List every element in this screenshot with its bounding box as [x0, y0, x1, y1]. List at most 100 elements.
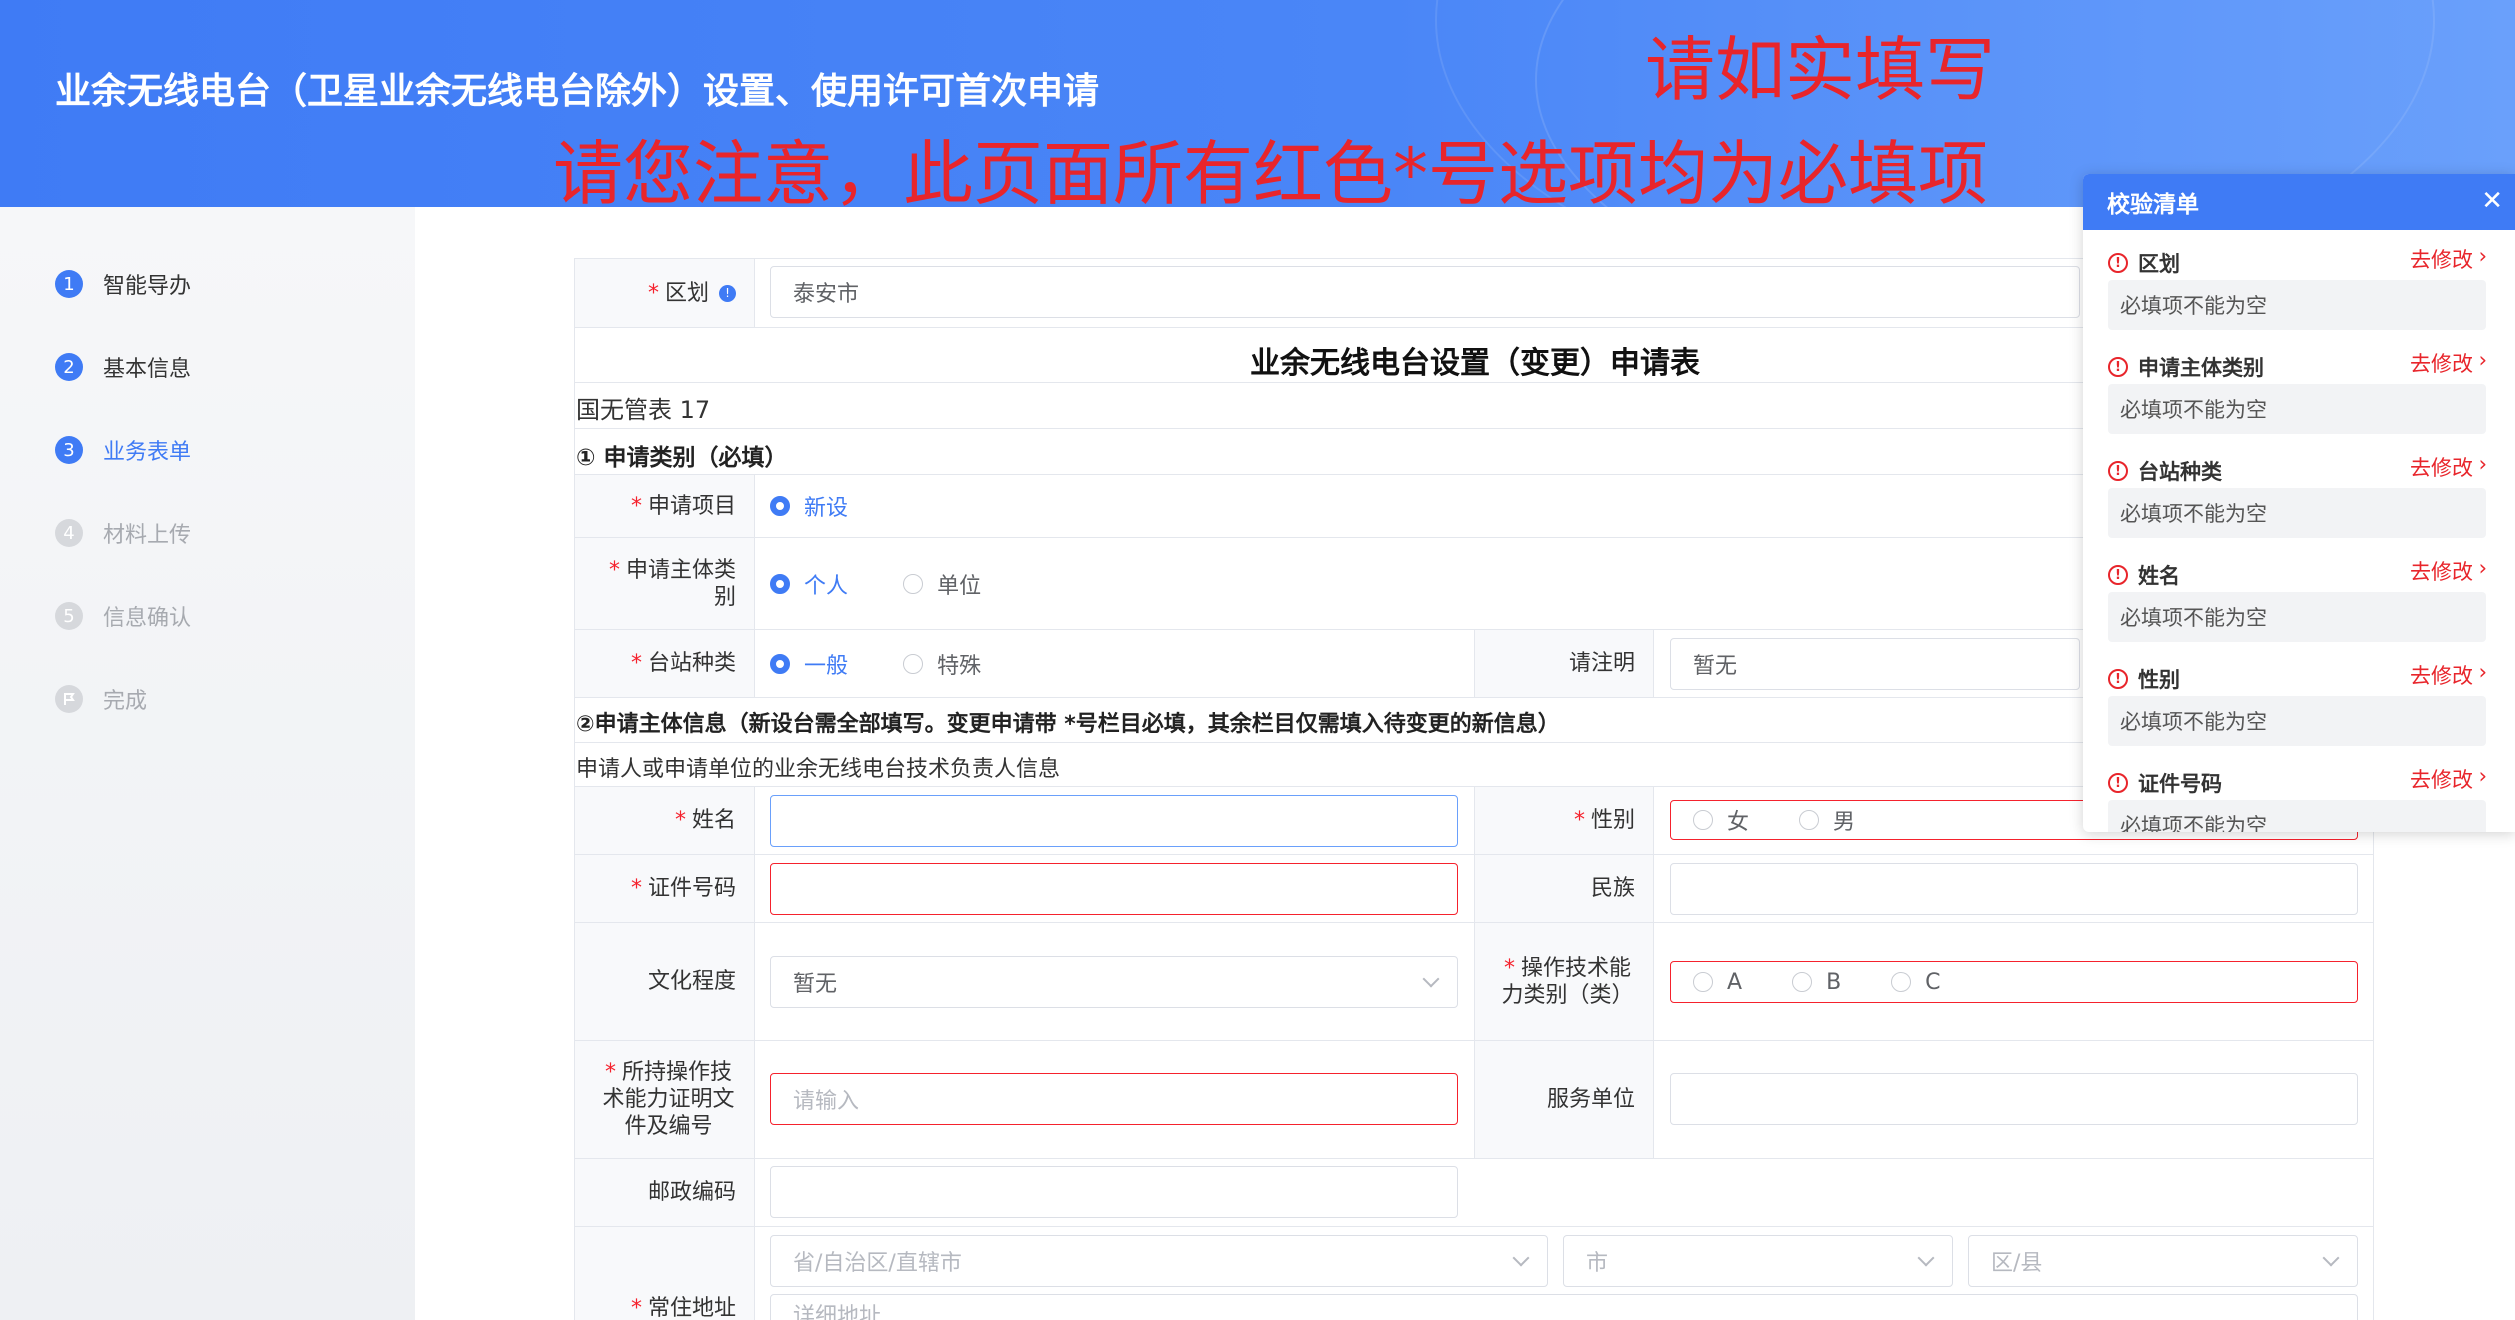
service-label: 服务单位 [1474, 1041, 1654, 1158]
step-basic-info[interactable]: 2 基本信息 [55, 347, 191, 387]
validation-message: 必填项不能为空 [2108, 488, 2486, 538]
ethnic-input[interactable] [1670, 863, 2358, 915]
section-applicant-desc: 申请人或申请单位的业余无线电台技术负责人信息 [576, 757, 1061, 782]
chevron-down-icon [1422, 970, 1440, 988]
op-level-label: * 操作技术能力类别（类） [1474, 923, 1654, 1040]
id-label: * 证件号码 [575, 855, 755, 922]
warning-icon: ! [2108, 773, 2128, 793]
address-label: * 常住地址 [575, 1227, 755, 1320]
step-label: 智能导办 [103, 274, 192, 299]
page-title: 业余无线电台（卫星业余无线电台除外）设置、使用许可首次申请 [55, 71, 1100, 112]
district-select[interactable]: 区/县 [1968, 1235, 2358, 1287]
step-number: 4 [55, 519, 83, 547]
radio-new[interactable]: 新设 [770, 490, 848, 522]
apply-item-label: * 申请项目 [575, 475, 755, 537]
chevron-down-icon [1917, 1249, 1935, 1267]
form-title: 业余无线电台设置（变更）申请表 [1250, 346, 1700, 381]
warning-icon: ! [2108, 461, 2128, 481]
radio-level-a[interactable]: A [1693, 970, 1742, 995]
fix-link[interactable]: 去修改 [2410, 764, 2473, 794]
chevron-right-icon: › [2478, 556, 2487, 580]
chevron-down-icon [1512, 1249, 1530, 1267]
id-number-input[interactable] [770, 863, 1458, 915]
region-input[interactable]: 泰安市 [770, 266, 2080, 318]
region-label: * 区划 ! [575, 259, 755, 327]
subject-type-radios: 个人 单位 [770, 568, 1031, 600]
step-smart-guide[interactable]: 1 智能导办 [55, 264, 191, 304]
step-label: 基本信息 [103, 357, 192, 382]
warning-icon: ! [2108, 669, 2128, 689]
radio-organization[interactable]: 单位 [903, 568, 981, 600]
fix-link[interactable]: 去修改 [2410, 348, 2473, 378]
cert-label: * 所持操作技术能力证明文件及编号 [575, 1041, 755, 1158]
info-icon[interactable]: ! [719, 284, 736, 302]
op-level-radios: A B C [1670, 961, 2358, 1003]
form-code: 国无管表 17 [576, 396, 711, 424]
step-label: 信息确认 [103, 606, 192, 631]
fix-link[interactable]: 去修改 [2410, 452, 2473, 482]
detail-address-input[interactable]: 详细地址 [770, 1294, 2358, 1320]
radio-male[interactable]: 男 [1799, 804, 1855, 836]
step-info-confirm[interactable]: 5 信息确认 [55, 596, 191, 636]
validation-item: ! 姓名 去修改 › 必填项不能为空 [2083, 542, 2515, 646]
ethnic-label: 民族 [1474, 855, 1654, 922]
fix-link[interactable]: 去修改 [2410, 244, 2473, 274]
section-apply-category: ① 申请类别（必填） [576, 445, 788, 471]
radio-special[interactable]: 特殊 [903, 648, 981, 680]
name-label: * 姓名 [575, 787, 755, 854]
radio-general[interactable]: 一般 [770, 648, 848, 680]
step-number: 2 [55, 353, 83, 381]
validation-item: ! 申请主体类别 去修改 › 必填项不能为空 [2083, 334, 2515, 438]
step-material-upload[interactable]: 4 材料上传 [55, 513, 191, 553]
validation-header: 校验清单 ✕ [2083, 174, 2515, 230]
validation-message: 必填项不能为空 [2108, 592, 2486, 642]
warning-icon: ! [2108, 357, 2128, 377]
section-applicant-info: ②申请主体信息（新设台需全部填写。变更申请带 *号栏目必填，其余栏目仅需填入待变… [576, 712, 1560, 737]
radio-female[interactable]: 女 [1693, 804, 1749, 836]
fix-link[interactable]: 去修改 [2410, 556, 2473, 586]
annotation-fill-truthfully: 请如实填写 [1645, 29, 1995, 111]
apply-item-radios: 新设 [770, 490, 898, 522]
postal-input[interactable] [770, 1166, 1458, 1218]
validation-message: 必填项不能为空 [2108, 696, 2486, 746]
validation-item: ! 台站种类 去修改 › 必填项不能为空 [2083, 438, 2515, 542]
service-input[interactable] [1670, 1073, 2358, 1125]
province-select[interactable]: 省/自治区/直辖市 [770, 1235, 1548, 1287]
radio-level-b[interactable]: B [1792, 970, 1841, 995]
specify-label: 请注明 [1474, 630, 1654, 697]
warning-icon: ! [2108, 565, 2128, 585]
step-label: 业务表单 [103, 440, 192, 465]
step-number: 5 [55, 602, 83, 630]
validation-item: ! 性别 去修改 › 必填项不能为空 [2083, 646, 2515, 750]
city-select[interactable]: 市 [1563, 1235, 1953, 1287]
warning-icon: ! [2108, 253, 2128, 273]
radio-level-c[interactable]: C [1891, 970, 1941, 995]
chevron-down-icon [2322, 1249, 2340, 1267]
step-business-form[interactable]: 3 业务表单 [55, 430, 191, 470]
education-select[interactable]: 暂无 [770, 956, 1458, 1008]
radio-individual[interactable]: 个人 [770, 568, 848, 600]
validation-panel: 校验清单 ✕ ! 区划 去修改 › 必填项不能为空 ! 申请主体类别 去修改 › 必… [2083, 174, 2515, 832]
step-label: 材料上传 [103, 523, 192, 548]
specify-input[interactable]: 暂无 [1670, 638, 2080, 690]
chevron-right-icon: › [2478, 244, 2487, 268]
step-number: 1 [55, 270, 83, 298]
subject-type-label: * 申请主体类别 [575, 538, 755, 629]
flag-icon [55, 685, 83, 713]
step-complete[interactable]: 完成 [55, 679, 147, 719]
station-type-radios: 一般 特殊 [770, 648, 1031, 680]
chevron-right-icon: › [2478, 452, 2487, 476]
gender-label: * 性别 [1474, 787, 1654, 854]
postal-label: 邮政编码 [575, 1159, 755, 1226]
name-input[interactable] [770, 795, 1458, 847]
step-number: 3 [55, 436, 83, 464]
fix-link[interactable]: 去修改 [2410, 660, 2473, 690]
step-label: 完成 [103, 689, 148, 714]
cert-input[interactable]: 请输入 [770, 1073, 1458, 1125]
chevron-right-icon: › [2478, 764, 2487, 788]
validation-message: 必填项不能为空 [2108, 800, 2486, 832]
validation-item: ! 证件号码 去修改 › 必填项不能为空 [2083, 750, 2515, 832]
close-icon[interactable]: ✕ [2481, 186, 2503, 216]
chevron-right-icon: › [2478, 660, 2487, 684]
annotation-required-warning: 请您注意，此页面所有红色*号选项均为必填项 [553, 133, 1988, 215]
